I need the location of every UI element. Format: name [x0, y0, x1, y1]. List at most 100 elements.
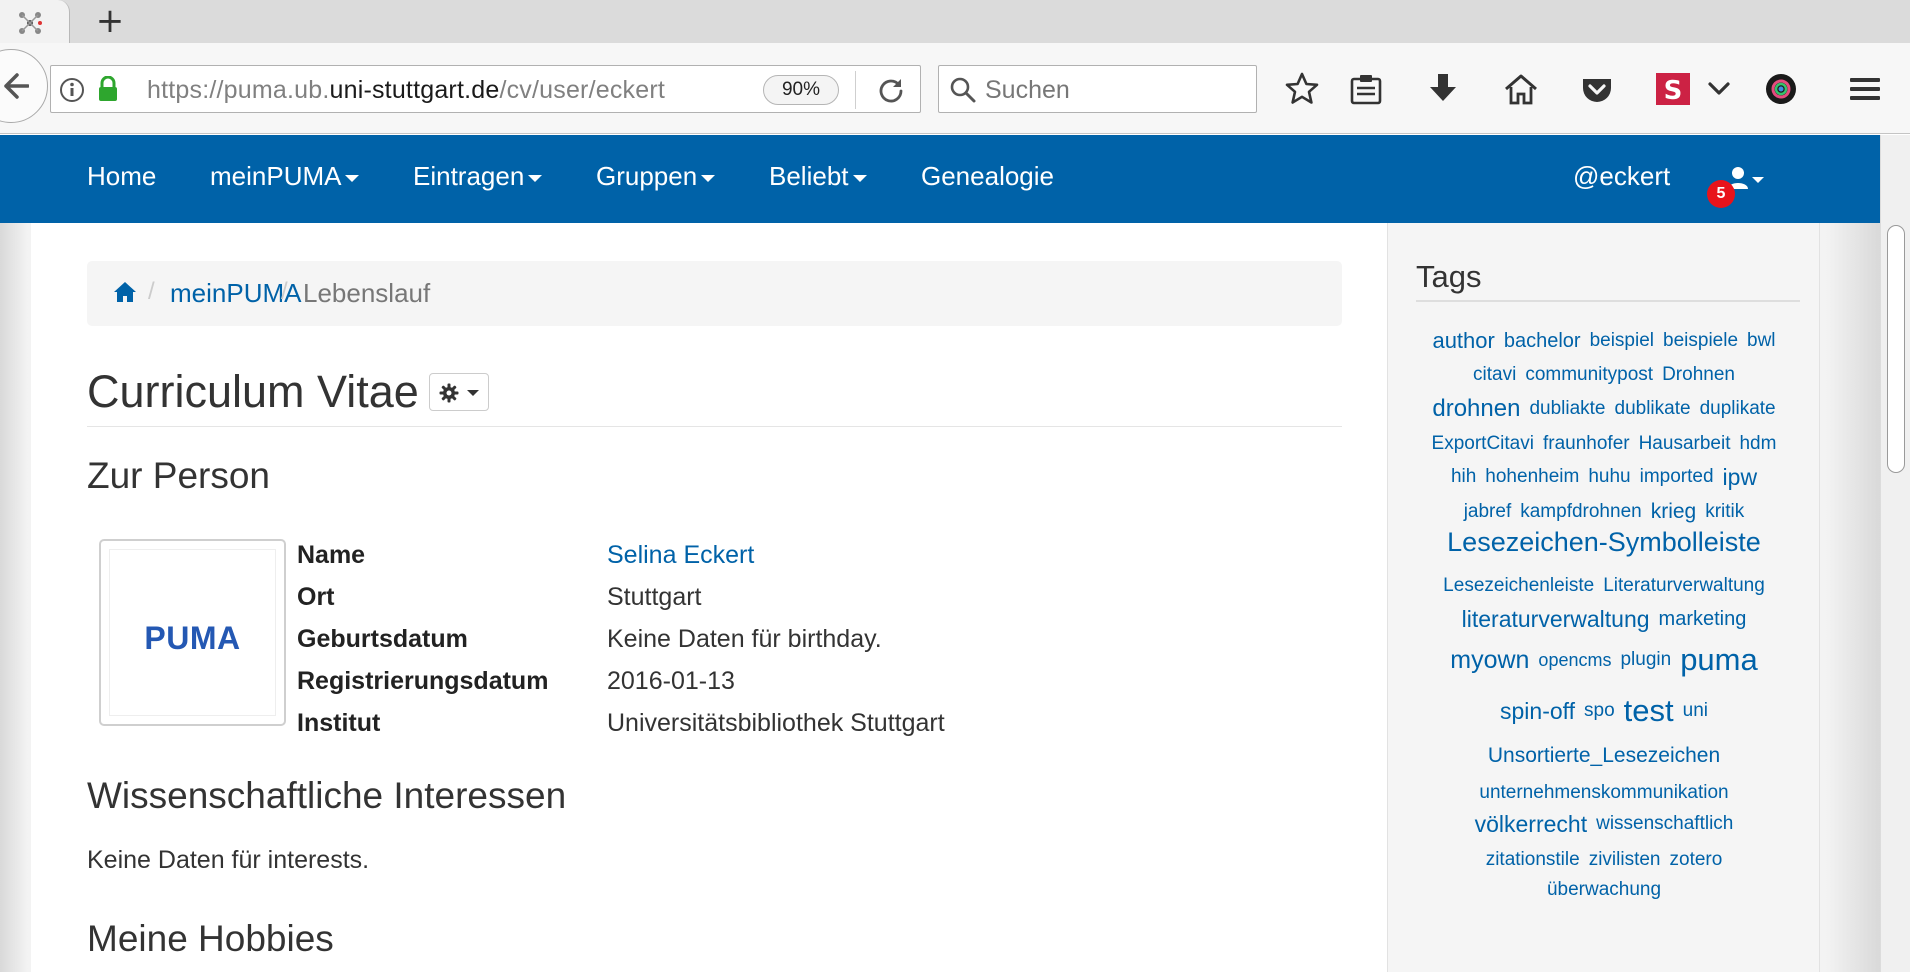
- chevron-down-icon[interactable]: [1700, 70, 1738, 108]
- tag-link[interactable]: dublikate: [1615, 398, 1691, 420]
- tag-link[interactable]: ExportCitavi: [1432, 433, 1534, 455]
- tag-link[interactable]: imported: [1640, 466, 1714, 488]
- reload-icon[interactable]: [877, 76, 905, 104]
- lock-icon: [99, 76, 117, 101]
- caret-down-icon: [528, 174, 543, 182]
- bookmark-star-icon[interactable]: [1283, 70, 1321, 108]
- nav-eintragen[interactable]: Eintragen: [413, 161, 543, 192]
- tag-link[interactable]: communitypost: [1525, 364, 1653, 386]
- tag-link[interactable]: huhu: [1588, 466, 1630, 488]
- tag-link[interactable]: hih: [1451, 466, 1476, 488]
- tag-link[interactable]: wissenschaftlich: [1596, 813, 1733, 835]
- tag-link[interactable]: citavi: [1473, 364, 1516, 386]
- label-institut: Institut: [297, 709, 381, 737]
- addon-camera-icon[interactable]: [1762, 70, 1800, 108]
- tag-link[interactable]: bachelor: [1504, 330, 1581, 353]
- breadcrumb: / meinPUMA / Lebenslauf: [87, 261, 1342, 326]
- caret-down-icon: [467, 390, 479, 396]
- label-registrierungsdatum: Registrierungsdatum: [297, 667, 549, 695]
- nav-beliebt[interactable]: Beliebt: [769, 161, 867, 192]
- home-icon[interactable]: [1502, 70, 1540, 108]
- downloads-icon[interactable]: [1424, 70, 1462, 108]
- nav-meinpuma[interactable]: meinPUMA: [210, 161, 360, 192]
- tag-link[interactable]: myown: [1450, 646, 1529, 675]
- value-name-link[interactable]: Selina Eckert: [607, 541, 754, 570]
- nav-home[interactable]: Home: [87, 161, 156, 192]
- interests-text: Keine Daten für interests.: [87, 846, 370, 874]
- search-bar[interactable]: Suchen: [938, 65, 1257, 113]
- tag-link[interactable]: hdm: [1739, 433, 1776, 455]
- tag-link[interactable]: literaturverwaltung: [1462, 606, 1650, 633]
- nav-gruppen[interactable]: Gruppen: [596, 161, 716, 192]
- nav-genealogie-label: Genealogie: [921, 161, 1054, 191]
- tag-link[interactable]: zivilisten: [1589, 849, 1661, 871]
- notification-badge: 5: [1707, 180, 1735, 208]
- tag-link[interactable]: dubliakte: [1529, 398, 1605, 420]
- home-icon[interactable]: [113, 281, 137, 303]
- tag-link[interactable]: author: [1432, 328, 1494, 354]
- url-bar[interactable]: https://puma.ub.uni-stuttgart.de/cv/user…: [50, 65, 921, 113]
- tag-link[interactable]: drohnen: [1432, 395, 1520, 423]
- tag-link[interactable]: spin-off: [1500, 698, 1575, 725]
- tag-link[interactable]: jabref: [1464, 501, 1512, 523]
- nav-meinpuma-label: meinPUMA: [210, 161, 342, 191]
- hamburger-menu-icon[interactable]: [1846, 70, 1884, 108]
- tag-link[interactable]: bwl: [1747, 330, 1776, 352]
- avatar-image: PUMA: [110, 550, 275, 715]
- tag-link[interactable]: uni: [1683, 700, 1708, 722]
- tag-link[interactable]: kampfdrohnen: [1520, 501, 1641, 523]
- tag-link[interactable]: spo: [1584, 700, 1615, 722]
- tag-link[interactable]: Literaturverwaltung: [1603, 575, 1765, 597]
- tag-link[interactable]: fraunhofer: [1543, 433, 1630, 455]
- tag-link[interactable]: unternehmenskommunikation: [1479, 782, 1728, 804]
- web-page: Home meinPUMA Eintragen Gruppen Beliebt …: [0, 135, 1880, 972]
- breadcrumb-separator: /: [281, 278, 288, 305]
- reading-list-icon[interactable]: [1347, 70, 1385, 108]
- tag-link[interactable]: Hausarbeit: [1639, 433, 1731, 455]
- tag-link[interactable]: opencms: [1538, 650, 1611, 671]
- nav-beliebt-label: Beliebt: [769, 161, 849, 191]
- tag-link[interactable]: zitationstile: [1486, 849, 1580, 871]
- tag-link[interactable]: kritik: [1705, 501, 1744, 523]
- tag-link[interactable]: beispiel: [1590, 330, 1654, 352]
- url-text: https://puma.ub.uni-stuttgart.de/cv/user…: [147, 76, 665, 105]
- tag-link[interactable]: Drohnen: [1662, 364, 1735, 386]
- page-gutter-right: [1820, 223, 1880, 972]
- zoom-level-button[interactable]: 90%: [763, 75, 839, 105]
- tag-link[interactable]: krieg: [1651, 500, 1697, 524]
- tag-link[interactable]: test: [1624, 693, 1674, 729]
- vertical-scrollbar[interactable]: [1880, 135, 1910, 972]
- tag-link[interactable]: hohenheim: [1485, 466, 1579, 488]
- scrollbar-thumb[interactable]: [1887, 225, 1905, 473]
- title-divider: [87, 426, 1342, 427]
- label-ort: Ort: [297, 583, 335, 611]
- tag-link[interactable]: Lesezeichenleiste: [1443, 575, 1594, 597]
- site-navbar: Home meinPUMA Eintragen Gruppen Beliebt …: [0, 135, 1880, 223]
- tag-link[interactable]: überwachung: [1547, 879, 1661, 901]
- settings-dropdown-button[interactable]: [429, 373, 489, 411]
- tag-sidebar: Tags author bachelor beispiel beispiele bwl c…: [1387, 223, 1820, 972]
- tag-link[interactable]: Unsortierte_Lesezeichen: [1488, 744, 1720, 768]
- info-icon[interactable]: [59, 77, 85, 103]
- pocket-icon[interactable]: [1578, 70, 1616, 108]
- tag-link[interactable]: zotero: [1670, 849, 1723, 871]
- tag-link[interactable]: völkerrecht: [1475, 811, 1587, 838]
- nav-home-label: Home: [87, 161, 157, 191]
- tag-link[interactable]: ipw: [1723, 464, 1758, 491]
- tag-link[interactable]: marketing: [1659, 608, 1747, 631]
- tag-link[interactable]: plugin: [1620, 649, 1671, 671]
- new-tab-button[interactable]: +: [92, 4, 128, 40]
- nav-user-handle[interactable]: @eckert: [1573, 161, 1670, 192]
- stylish-addon-icon[interactable]: S: [1654, 70, 1692, 108]
- tag-link[interactable]: puma: [1680, 642, 1758, 678]
- browser-tab[interactable]: [0, 0, 70, 43]
- url-domain: uni-stuttgart.de: [329, 76, 500, 104]
- tag-link[interactable]: Lesezeichen-Symbolleiste: [1447, 527, 1761, 558]
- nav-genealogie[interactable]: Genealogie: [921, 161, 1054, 192]
- tag-link[interactable]: duplikate: [1700, 398, 1776, 420]
- tag-link[interactable]: beispiele: [1663, 330, 1738, 352]
- back-button[interactable]: [0, 49, 48, 123]
- section-heading-person: Zur Person: [87, 455, 271, 496]
- breadcrumb-active: Lebenslauf: [303, 278, 431, 308]
- url-prefix: https://puma.ub.: [147, 76, 330, 104]
